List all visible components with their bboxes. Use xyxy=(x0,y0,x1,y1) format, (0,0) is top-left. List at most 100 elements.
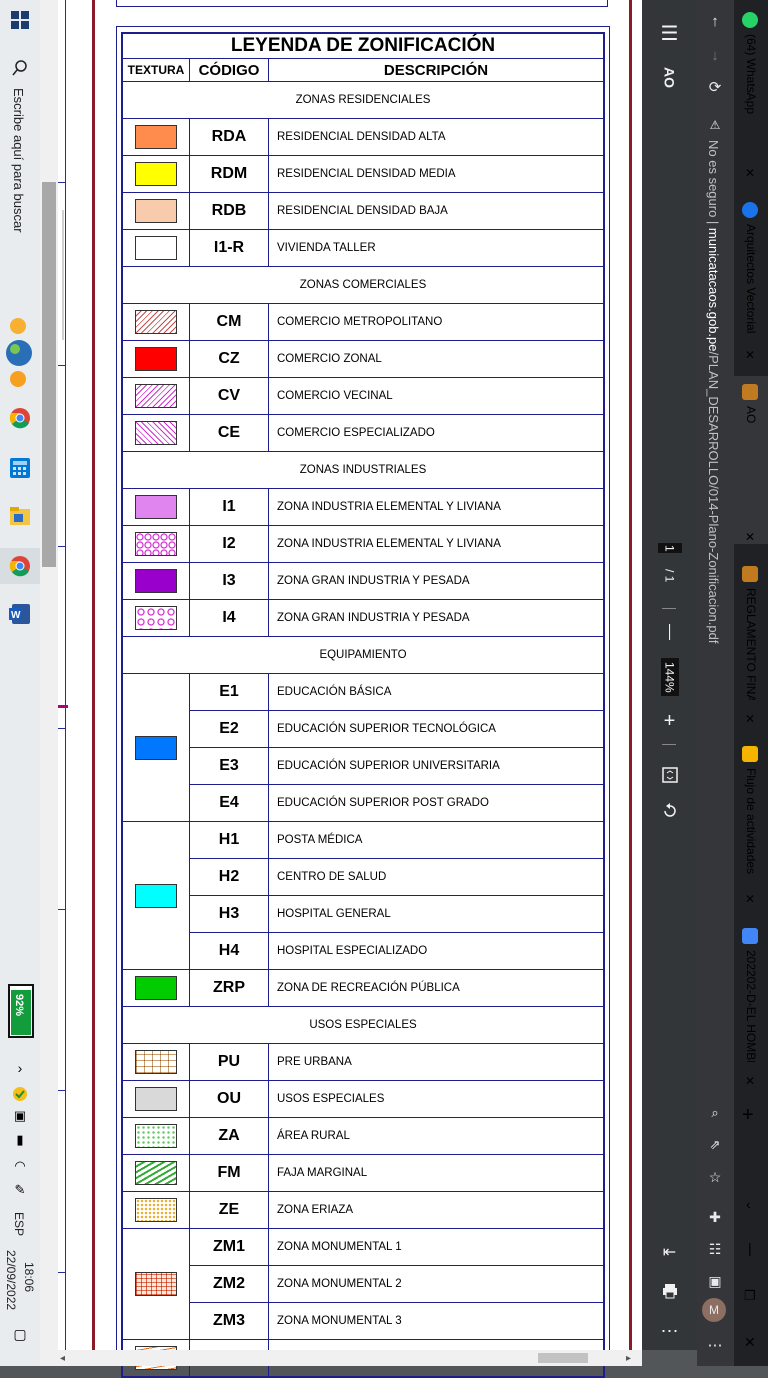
tab-reglamento[interactable]: REGLAMENTO FINAL xyxy=(744,588,758,700)
not-secure-icon[interactable]: ⚠ xyxy=(700,110,730,140)
page-current[interactable]: 1 xyxy=(657,542,682,554)
code-cell: ZM2 xyxy=(189,1265,269,1303)
desc-cell: ZONA GRAN INDUSTRIA Y PESADA xyxy=(268,562,605,600)
desc-cell: ZONA DE RECREACIÓN PÚBLICA xyxy=(268,969,605,1007)
legend-row: RDA RESIDENCIAL DENSIDAD ALTA xyxy=(121,118,605,156)
page-number-box[interactable]: 1 xyxy=(642,536,697,560)
code-cell: CZ xyxy=(189,340,269,378)
scroll-right-icon[interactable]: ▸ xyxy=(626,1353,631,1364)
toolbar-divider xyxy=(662,608,676,609)
code-cell: OU xyxy=(189,1080,269,1118)
desc-cell: ZONA ERIAZA xyxy=(268,1191,605,1229)
section-commercial: ZONAS COMERCIALES xyxy=(121,266,605,304)
swatch-za xyxy=(135,1124,177,1148)
close-icon[interactable]: ✕ xyxy=(745,712,755,726)
clock-date[interactable]: 22/09/2022 xyxy=(4,1250,18,1310)
close-icon[interactable]: ✕ xyxy=(745,530,755,544)
new-tab-button[interactable]: + xyxy=(742,1104,754,1127)
municipal-favicon-icon xyxy=(742,384,758,400)
calculator-icon[interactable] xyxy=(4,452,36,484)
desc-cell: HOSPITAL ESPECIALIZADO xyxy=(268,932,605,970)
fit-page-icon[interactable] xyxy=(642,762,697,788)
legend-row: H2 CENTRO DE SALUD xyxy=(122,858,605,896)
code-cell: ZM3 xyxy=(189,1302,269,1340)
section-industrial: ZONAS INDUSTRIALES xyxy=(121,451,605,489)
print-icon[interactable] xyxy=(642,1278,697,1304)
menu-icon[interactable]: ☰ xyxy=(642,18,697,48)
battery-indicator[interactable]: 92% xyxy=(8,984,34,1038)
desc-cell: EDUCACIÓN SUPERIOR POST GRADO xyxy=(268,784,605,822)
forward-icon[interactable]: ↑ xyxy=(700,6,730,36)
zoom-icon[interactable]: ⌕ xyxy=(700,1098,730,1128)
tab-arquitectos[interactable]: Arquitectos Vectorial - xyxy=(744,224,758,334)
zoom-out-button[interactable]: — xyxy=(642,620,697,644)
tab-whatsapp[interactable]: (64) WhatsApp xyxy=(744,34,758,114)
chrome-icon[interactable] xyxy=(4,402,36,434)
municipal-favicon-icon xyxy=(742,566,758,582)
reload-icon[interactable]: ⟳ xyxy=(700,72,730,102)
pen-icon[interactable]: ✎ xyxy=(4,1174,36,1206)
tab-flujo[interactable]: Flujo de actividades xyxy=(744,768,758,880)
svg-text:W: W xyxy=(11,610,21,621)
windows-start-icon[interactable] xyxy=(4,4,36,36)
header-texture: TEXTURA xyxy=(121,58,190,82)
tab-202202[interactable]: 202202-D-EL HOMBR xyxy=(744,950,758,1062)
url-path: /PLAN_DESARROLLO/014-Plano-Zonificacion.… xyxy=(706,351,721,644)
desc-cell: POSTA MÉDICA xyxy=(268,821,605,859)
profile-avatar[interactable]: M xyxy=(702,1298,726,1322)
legend-row: PU PRE URBANA xyxy=(121,1043,605,1081)
legend-row: E1 EDUCACIÓN BÁSICA xyxy=(121,673,605,822)
desc-cell: COMERCIO METROPOLITANO xyxy=(268,303,605,341)
taskbar-search-input[interactable]: Escribe aquí para buscar xyxy=(11,88,26,233)
zoom-in-button[interactable]: + xyxy=(642,708,697,734)
scroll-left-icon[interactable]: ◂ xyxy=(60,1353,65,1364)
chrome-active-icon[interactable] xyxy=(0,548,40,584)
close-icon[interactable]: ✕ xyxy=(745,1074,755,1088)
extensions-icon[interactable]: ✚ xyxy=(700,1202,730,1232)
weather-icon[interactable] xyxy=(4,314,36,390)
back-icon[interactable]: ↓ xyxy=(700,40,730,70)
horizontal-scrollbar-thumb[interactable] xyxy=(538,1353,588,1363)
notification-icon[interactable]: ▢ xyxy=(4,1318,36,1350)
minimize-icon[interactable]: | xyxy=(748,1240,752,1256)
close-window-icon[interactable]: ✕ xyxy=(744,1334,756,1351)
swatch-i1 xyxy=(135,495,177,519)
file-explorer-icon[interactable] xyxy=(4,500,36,532)
tab-ao[interactable]: AO xyxy=(744,406,758,423)
horizontal-scrollbar[interactable]: ◂ ▸ xyxy=(40,1350,642,1366)
sidebar-toggle-icon[interactable]: ⇤ xyxy=(642,1240,697,1264)
address-bar[interactable]: No es seguro | municatacaos.gob.pe/PLAN_… xyxy=(706,140,721,643)
more-options-icon[interactable]: ⋯ xyxy=(642,1318,697,1344)
zoom-level[interactable]: 144% xyxy=(660,657,679,697)
search-icon[interactable] xyxy=(4,52,36,84)
close-icon[interactable]: ✕ xyxy=(745,348,755,362)
legend-row: ZRP ZONA DE RECREACIÓN PÚBLICA xyxy=(121,969,605,1007)
map-fragment xyxy=(58,705,68,708)
reading-list-icon[interactable]: ☷ xyxy=(700,1234,730,1264)
share-icon[interactable]: ⇗ xyxy=(700,1130,730,1160)
maximize-icon[interactable]: ❐ xyxy=(744,1288,756,1304)
desc-cell: COMERCIO VECINAL xyxy=(268,377,605,415)
language-indicator[interactable]: ESP xyxy=(12,1212,26,1236)
desc-cell: HOSPITAL GENERAL xyxy=(268,895,605,933)
swatch-ce xyxy=(135,421,177,445)
side-panel-icon[interactable]: ▣ xyxy=(700,1266,730,1296)
swatch-cm xyxy=(135,310,177,334)
code-cell: PU xyxy=(189,1043,269,1081)
clock-time[interactable]: 18:06 xyxy=(22,1262,36,1292)
code-cell: E2 xyxy=(189,710,269,748)
frame-tick xyxy=(58,365,65,366)
vertical-scrollbar-thumb[interactable] xyxy=(42,182,56,567)
close-icon[interactable]: ✕ xyxy=(745,166,755,180)
bookmark-star-icon[interactable]: ☆ xyxy=(700,1162,730,1192)
legend-row: H3 HOSPITAL GENERAL xyxy=(122,895,605,933)
tab-search-icon[interactable]: ‹ xyxy=(746,1196,751,1212)
zoom-level-box[interactable]: 144% xyxy=(642,654,697,700)
rotate-icon[interactable] xyxy=(642,798,697,824)
word-icon[interactable]: W xyxy=(4,598,36,630)
desc-cell: COMERCIO ESPECIALIZADO xyxy=(268,414,605,452)
code-cell: I1-R xyxy=(189,229,269,267)
desc-cell: ZONA MONUMENTAL 1 xyxy=(268,1228,605,1266)
close-icon[interactable]: ✕ xyxy=(745,892,755,906)
browser-menu-icon[interactable]: ⋯ xyxy=(700,1330,730,1360)
